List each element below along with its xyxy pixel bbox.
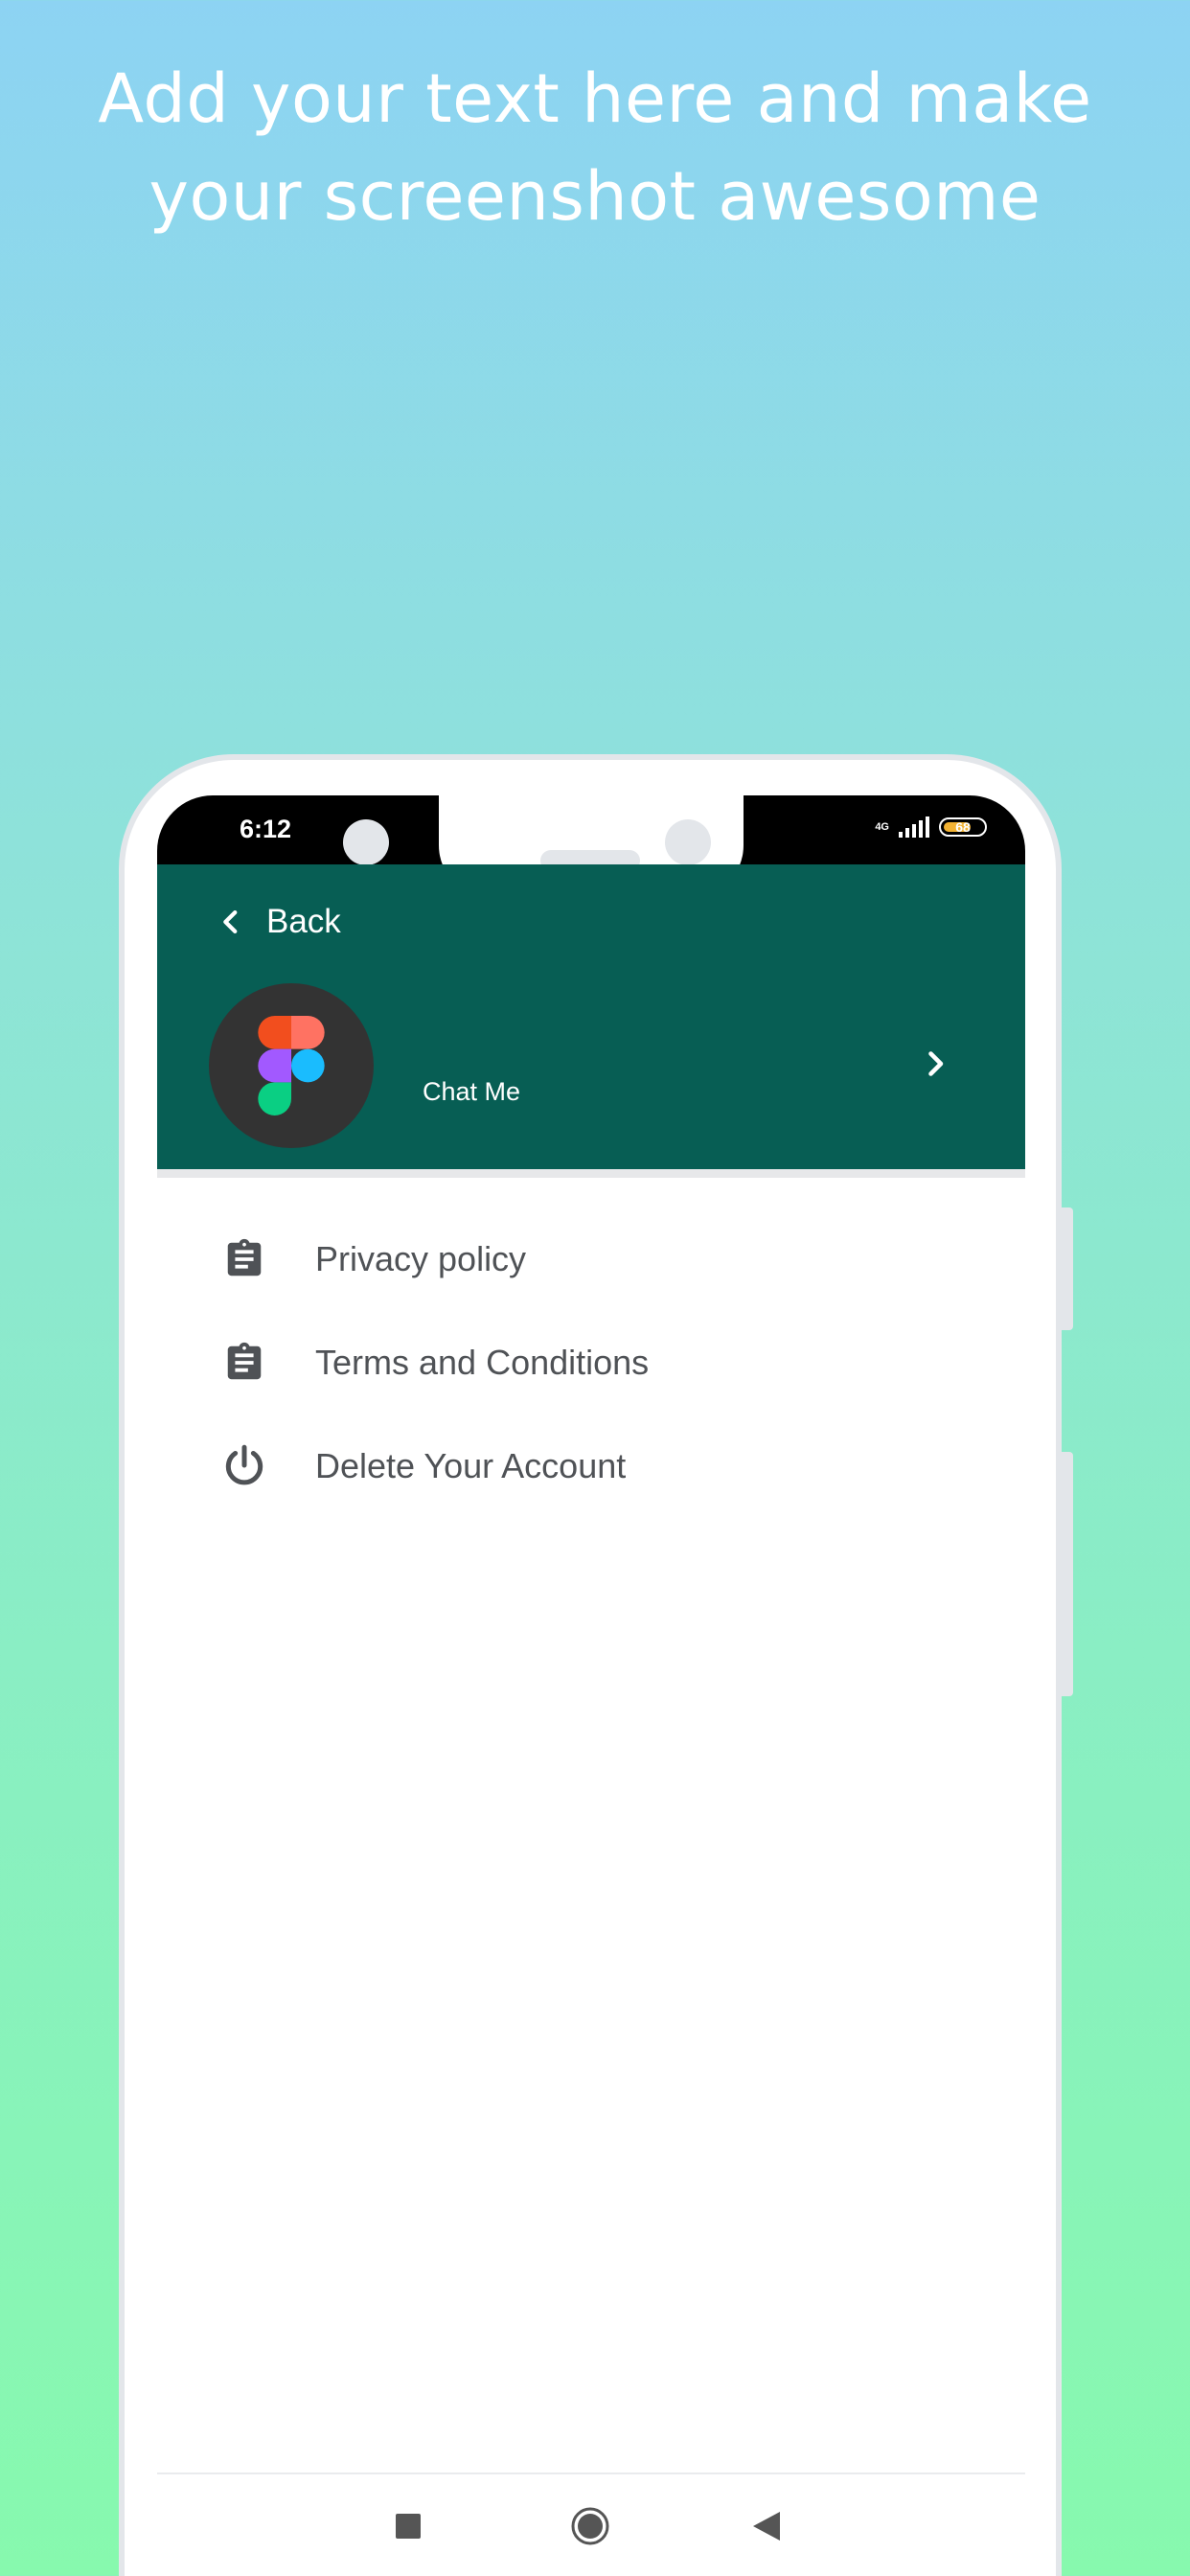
power-icon <box>218 1440 270 1492</box>
menu-item-delete-account[interactable]: Delete Your Account <box>157 1414 1025 1518</box>
menu-item-label: Terms and Conditions <box>315 1343 650 1382</box>
figma-logo-icon <box>258 1016 325 1116</box>
front-sensor <box>665 819 711 865</box>
battery-level: 68 <box>955 819 971 835</box>
network-type: 4G <box>875 820 889 833</box>
status-time: 6:12 <box>240 815 292 843</box>
status-indicators: 4G 68 <box>875 816 987 838</box>
settings-menu: Privacy policy Terms and Conditions Dele… <box>157 1208 1025 1518</box>
system-nav-bar <box>157 2472 1025 2576</box>
battery-icon: 68 <box>939 817 987 837</box>
clipboard-icon <box>218 1233 270 1285</box>
recents-icon[interactable] <box>396 2514 421 2539</box>
profile-name[interactable]: Chat Me <box>423 1077 520 1107</box>
header-divider <box>157 1169 1025 1178</box>
front-camera <box>343 819 389 865</box>
menu-item-label: Privacy policy <box>315 1239 527 1278</box>
back-label: Back <box>266 903 341 940</box>
promo-headline-line-1: Add your text here and make <box>98 59 1092 138</box>
promo-headline: Add your text here and make your screens… <box>0 50 1190 245</box>
chevron-right-icon[interactable] <box>918 1046 952 1081</box>
chevron-left-icon <box>223 909 238 934</box>
back-button[interactable]: Back <box>215 903 341 941</box>
avatar[interactable] <box>209 983 374 1148</box>
menu-item-privacy-policy[interactable]: Privacy policy <box>157 1208 1025 1311</box>
home-icon[interactable] <box>570 2506 610 2546</box>
menu-item-label: Delete Your Account <box>315 1446 627 1485</box>
phone-side-button <box>1062 1452 1073 1696</box>
phone-screen: 6:12 4G 68 Back Chat Me Privacy policy T… <box>157 795 1025 2576</box>
phone-side-button <box>1062 1208 1073 1330</box>
profile-header: Back Chat Me <box>157 864 1025 1169</box>
clipboard-icon <box>218 1337 270 1389</box>
signal-icon <box>899 816 929 838</box>
promo-headline-line-2: your screenshot awesome <box>149 157 1041 236</box>
back-icon[interactable] <box>751 2510 782 2542</box>
menu-item-terms-and-conditions[interactable]: Terms and Conditions <box>157 1311 1025 1414</box>
